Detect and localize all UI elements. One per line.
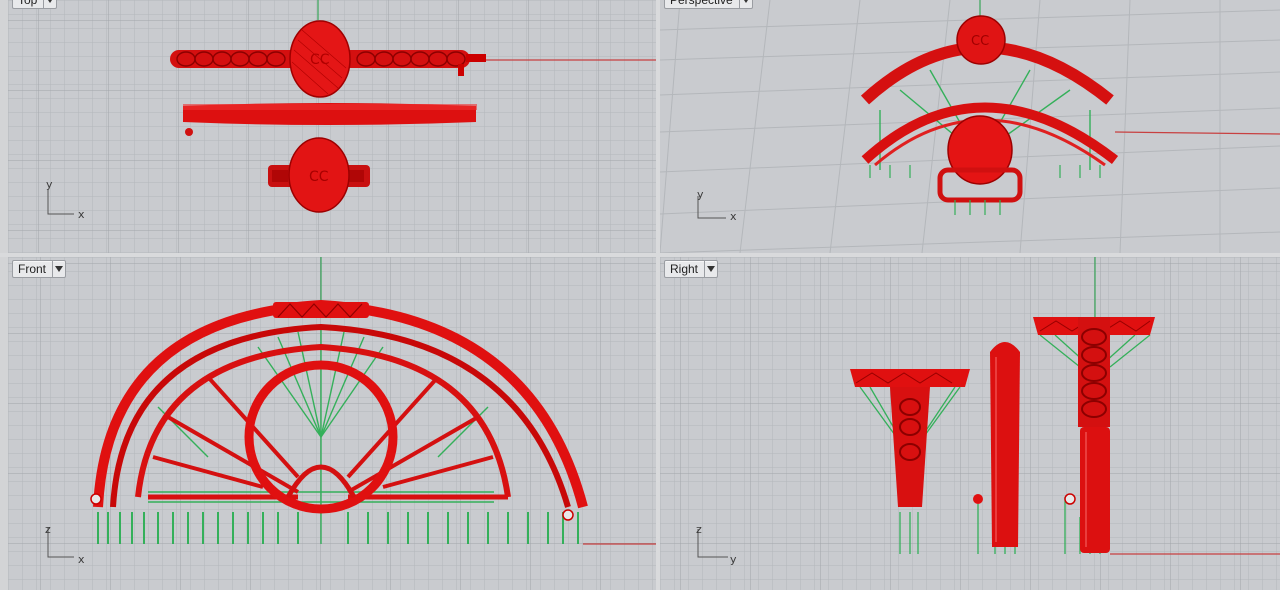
svg-text:y: y [730,553,737,566]
svg-text:z: z [696,523,702,536]
triangle-down-icon[interactable] [738,0,752,8]
viewport-front-scene: z x [8,257,656,590]
viewport-top[interactable]: CC CC y x Top [8,0,656,253]
svg-text:CC: CC [310,52,330,68]
triangle-down-icon[interactable] [52,261,65,277]
viewport-right-scene: z y [660,257,1280,590]
viewport-top-scene: CC CC y x [8,0,656,253]
viewport-front[interactable]: z x Front [8,257,656,590]
viewport-perspective-scene: CC y x [660,0,1280,253]
viewport-title: Top [18,0,38,7]
viewport-title: Perspective [670,0,733,7]
triangle-down-icon[interactable] [704,261,717,277]
triangle-down-icon[interactable] [43,0,56,8]
viewport-title: Front [18,262,47,276]
viewport-label-perspective[interactable]: Perspective [664,0,753,9]
svg-text:y: y [46,178,53,191]
viewport-label-right[interactable]: Right [664,260,719,278]
svg-text:x: x [78,208,85,221]
svg-text:CC: CC [971,34,989,49]
viewport-label-front[interactable]: Front [12,260,67,278]
viewport-right[interactable]: z y Right [660,257,1280,590]
viewport-label-top[interactable]: Top [12,0,58,9]
svg-text:x: x [78,553,85,566]
svg-text:y: y [697,188,704,201]
viewport-perspective[interactable]: CC y x Perspective [660,0,1280,253]
left-toolbar-edge [0,0,8,590]
svg-text:x: x [730,210,737,223]
svg-text:z: z [45,523,51,536]
viewport-title: Right [670,262,699,276]
svg-text:CC: CC [309,169,329,185]
